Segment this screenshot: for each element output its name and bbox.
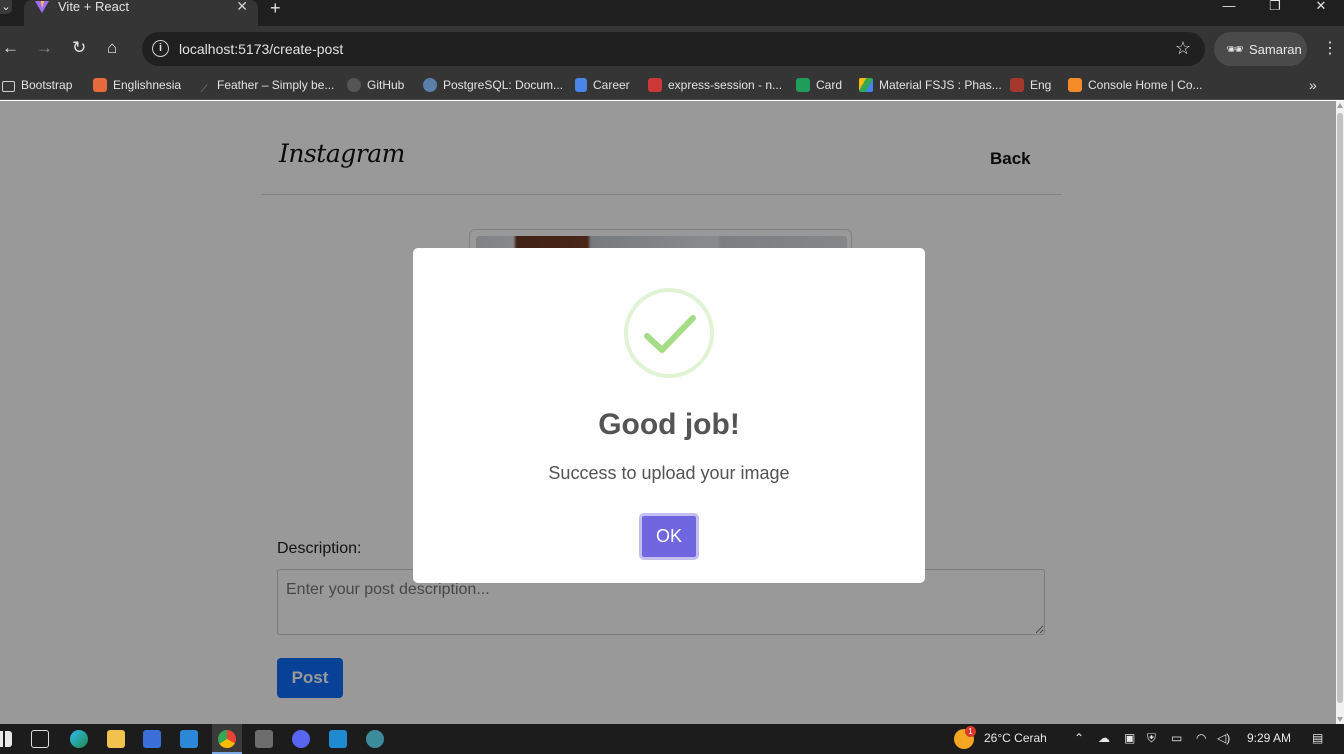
- postgresql-icon: [423, 78, 437, 92]
- vite-icon: [35, 1, 49, 13]
- minimize-icon[interactable]: —: [1206, 0, 1252, 14]
- bookmark-item[interactable]: Eng: [1010, 78, 1051, 94]
- feather-icon: ⟋: [200, 84, 208, 95]
- aws-icon: [1068, 78, 1082, 92]
- forward-arrow-icon[interactable]: →: [36, 38, 53, 58]
- file-explorer-icon[interactable]: [107, 730, 125, 748]
- more-bookmarks-icon[interactable]: »: [1309, 77, 1317, 93]
- browser-toolbar: ← → ↻ ⌂ i localhost:5173/create-post ☆ 🕶…: [0, 26, 1344, 72]
- docs-icon: [575, 78, 587, 92]
- notifications-icon[interactable]: ▤: [1312, 731, 1323, 745]
- page-scrollbar[interactable]: [1336, 101, 1344, 724]
- site-info-icon[interactable]: i: [152, 40, 169, 57]
- new-tab-button[interactable]: +: [270, 0, 281, 19]
- security-icon[interactable]: ⛨: [1147, 731, 1156, 746]
- browser-tab[interactable]: Vite + React ✕: [24, 0, 258, 26]
- bookmark-item[interactable]: express-session - n...: [648, 78, 782, 94]
- bookmark-star-icon[interactable]: ☆: [1175, 38, 1191, 59]
- reload-icon[interactable]: ↻: [72, 38, 86, 58]
- store-icon[interactable]: [143, 730, 161, 748]
- clock[interactable]: 9:29 AM: [1247, 731, 1291, 745]
- bookmarks-bar: Bootstrap Englishnesia ⟋ Feather – Simply…: [0, 72, 1344, 100]
- edge-icon[interactable]: [70, 730, 88, 748]
- windows-start-icon[interactable]: [0, 731, 12, 747]
- restore-icon[interactable]: ❐: [1252, 0, 1298, 14]
- meet-now-icon[interactable]: ▣: [1124, 731, 1135, 745]
- volume-icon[interactable]: ◁): [1217, 731, 1230, 745]
- tab-title: Vite + React: [58, 0, 129, 14]
- drive-icon: [859, 78, 873, 92]
- profile-name: Samaran: [1249, 42, 1302, 57]
- bookmark-item[interactable]: Console Home | Co...: [1068, 78, 1203, 94]
- scroll-down-icon[interactable]: [1337, 717, 1343, 722]
- address-bar[interactable]: i localhost:5173/create-post ☆: [142, 32, 1205, 66]
- more-menu-icon[interactable]: ⋮: [1322, 38, 1338, 58]
- npm-icon: [648, 78, 662, 92]
- back-arrow-icon[interactable]: ←: [2, 38, 19, 58]
- bookmark-item[interactable]: Englishnesia: [93, 78, 181, 94]
- chrome-icon[interactable]: [218, 730, 236, 748]
- close-tab-icon[interactable]: ✕: [236, 0, 248, 13]
- vscode-icon[interactable]: [329, 730, 347, 748]
- close-window-icon[interactable]: ✕: [1298, 0, 1344, 14]
- weather-badge: 1: [965, 726, 976, 737]
- ok-button[interactable]: OK: [639, 513, 699, 560]
- url-text[interactable]: localhost:5173/create-post: [179, 41, 343, 57]
- bookmark-item[interactable]: Bootstrap: [2, 78, 72, 94]
- discord-icon[interactable]: [292, 730, 310, 748]
- bookmark-item[interactable]: Material FSJS : Phas...: [859, 78, 1002, 94]
- windows-taskbar: 1 26°C Cerah ⌃ ☁ ▣ ⛨ ▭ ◠ ◁) 9:29 AM ▤: [0, 724, 1344, 754]
- app-icon[interactable]: [366, 730, 384, 748]
- englishnesia-icon: [93, 78, 107, 92]
- success-check-icon: [624, 288, 714, 378]
- sheets-icon: [796, 78, 810, 92]
- mail-icon[interactable]: [180, 730, 198, 748]
- bookmark-item[interactable]: Card: [796, 78, 842, 94]
- bookmark-item[interactable]: GitHub: [347, 78, 404, 94]
- bookmark-item[interactable]: Career: [575, 78, 630, 94]
- github-icon: [347, 78, 361, 92]
- bookmark-item[interactable]: PostgreSQL: Docum...: [423, 78, 563, 94]
- show-hidden-icons[interactable]: ⌃: [1074, 731, 1084, 745]
- onedrive-icon[interactable]: ☁: [1098, 731, 1110, 745]
- calculator-icon[interactable]: [255, 730, 273, 748]
- scroll-thumb[interactable]: [1337, 113, 1343, 703]
- battery-icon[interactable]: ▭: [1171, 731, 1182, 745]
- modal-title: Good job!: [598, 408, 740, 441]
- task-view-icon[interactable]: [31, 730, 49, 748]
- home-icon[interactable]: ⌂: [107, 38, 117, 58]
- window-controls: — ❐ ✕: [1206, 0, 1344, 14]
- bookmark-item[interactable]: ⟋ Feather – Simply be...: [197, 78, 335, 95]
- profile-button[interactable]: 🕶 Samaran: [1214, 32, 1307, 66]
- success-modal: Good job! Success to upload your image O…: [413, 248, 925, 583]
- wifi-icon[interactable]: ◠: [1196, 731, 1206, 745]
- folder-icon: [2, 81, 15, 92]
- scroll-up-icon[interactable]: [1337, 103, 1343, 108]
- incognito-icon: 🕶: [1226, 41, 1244, 57]
- weather-text[interactable]: 26°C Cerah: [984, 731, 1047, 745]
- page-viewport: Instagram Back Description: Post Good jo…: [0, 101, 1336, 724]
- tab-strip: ⌄ Vite + React ✕ + — ❐ ✕: [0, 0, 1344, 26]
- modal-message: Success to upload your image: [548, 463, 790, 483]
- tab-search-button[interactable]: ⌄: [0, 0, 12, 14]
- bookmark-icon: [1010, 78, 1024, 92]
